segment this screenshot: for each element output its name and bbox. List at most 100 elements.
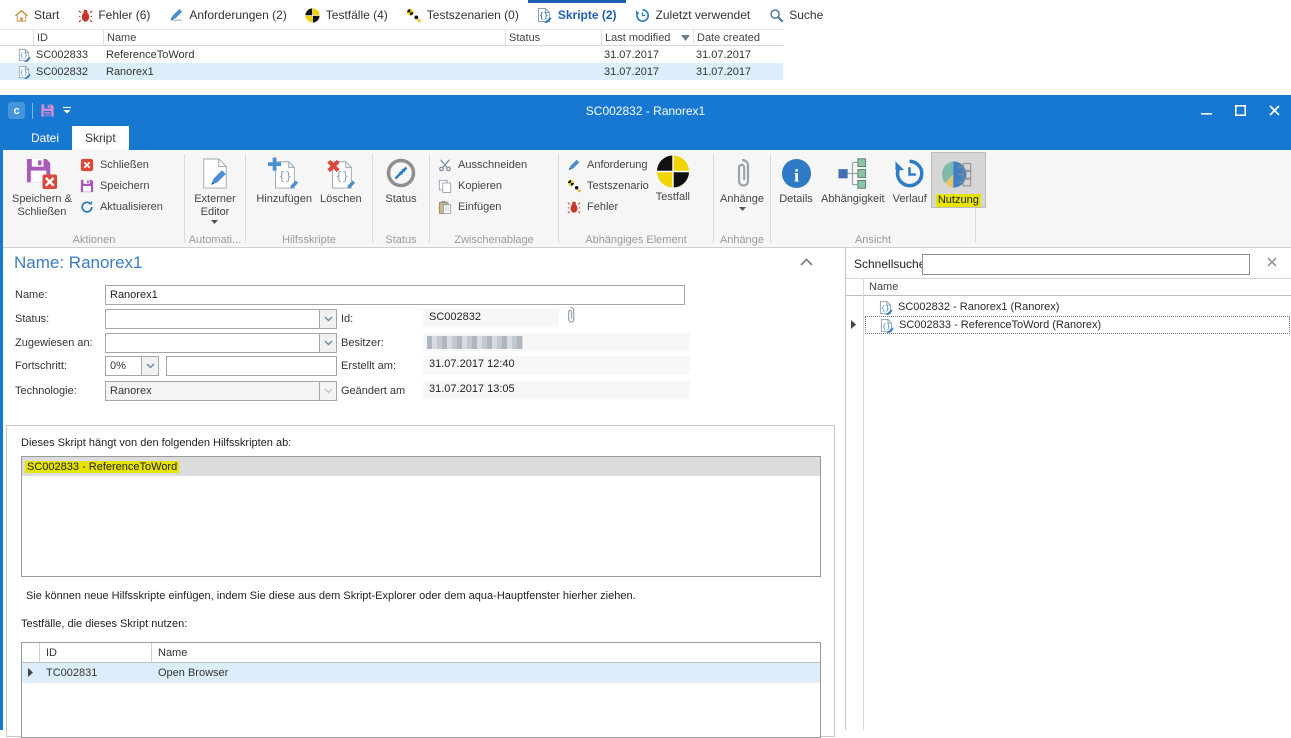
refresh-button[interactable]: Aktualisieren — [76, 198, 166, 216]
attachments-button[interactable]: Anhänge — [716, 152, 768, 211]
details-label: Details — [779, 193, 813, 206]
dependencies-panel: Dieses Skript hängt von den folgenden Hi… — [6, 425, 835, 737]
test-scenario-button[interactable]: Testszenario — [563, 177, 652, 195]
header-status[interactable]: Status — [505, 30, 601, 45]
ribbon-separator — [558, 154, 559, 243]
tab-zuletzt-verwendet[interactable]: Zuletzt verwendet — [626, 0, 760, 27]
add-helper-script-button[interactable]: {} Hinzufügen — [252, 152, 316, 206]
list-item[interactable]: SC002833 - ReferenceToWord — [22, 457, 820, 476]
tab-testszenarien[interactable]: Testszenarien (0) — [397, 0, 528, 27]
cell-id: TC002831 — [40, 663, 152, 682]
quick-search-input[interactable] — [922, 254, 1250, 275]
history-clock-icon — [893, 155, 927, 191]
dependency-button[interactable]: Abhängigkeit — [817, 152, 889, 206]
attachment-paperclip-icon[interactable] — [565, 306, 576, 324]
bug-icon — [77, 7, 93, 23]
details-button[interactable]: i Details — [775, 152, 817, 206]
svg-text:{}: {} — [20, 68, 28, 76]
assigned-dropdown[interactable] — [105, 333, 337, 353]
paste-label: Einfügen — [458, 201, 501, 213]
helper-scripts-listbox[interactable]: SC002833 - ReferenceToWord — [21, 456, 821, 577]
list-item-focused[interactable]: {} SC002833 - ReferenceToWord (Ranorex) — [865, 316, 1290, 334]
status-button[interactable]: Status — [380, 152, 422, 206]
table-row[interactable]: {} SC002833 ReferenceToWord 31.07.2017 3… — [0, 46, 783, 63]
collapse-section-icon[interactable] — [800, 258, 813, 266]
app-logo[interactable]: c — [8, 102, 25, 119]
technology-dropdown: Ranorex — [105, 381, 337, 401]
external-editor-button[interactable]: Externer Editor — [190, 152, 240, 224]
tab-anforderungen[interactable]: Anforderungen (2) — [159, 0, 295, 27]
bug-icon — [566, 199, 582, 215]
owner-label: Besitzer: — [341, 337, 384, 349]
progress-dropdown[interactable]: 0% — [105, 356, 159, 376]
add-helper-script-label: Hinzufügen — [256, 193, 312, 206]
qat-customize-dropdown-icon[interactable] — [62, 106, 72, 115]
header-date-created[interactable]: Date created — [693, 30, 782, 45]
ribbon-separator — [184, 154, 185, 243]
usage-button[interactable]: Nutzung — [931, 152, 986, 208]
tab-skripte[interactable]: {} Skripte (2) — [528, 0, 626, 27]
tab-suche[interactable]: Suche — [759, 0, 832, 27]
header-last-modified[interactable]: Last modified — [601, 30, 693, 45]
tab-suche-label: Suche — [789, 8, 823, 22]
tab-fehler[interactable]: Fehler (6) — [68, 0, 159, 27]
save-and-close-button[interactable]: Speichern & Schließen — [8, 152, 76, 219]
status-label: Status — [385, 193, 416, 206]
group-label-anhaenge: Anhänge — [716, 234, 768, 246]
history-button[interactable]: Verlauf — [889, 152, 931, 206]
status-dropdown[interactable] — [105, 309, 337, 329]
script-icon: {} — [879, 300, 893, 315]
ribbon-separator — [770, 154, 771, 243]
test-case-button[interactable]: Testfall — [652, 152, 694, 204]
save-button[interactable]: Speichern — [76, 177, 166, 195]
header-id[interactable]: ID — [33, 30, 103, 45]
header-id[interactable]: ID — [40, 643, 152, 662]
tab-skripte-label: Skripte (2) — [558, 8, 617, 22]
tab-testfaelle[interactable]: Testfälle (4) — [296, 0, 397, 27]
ribbon-group-zwischenablage: Ausschneiden Kopieren Einfügen Zwischena… — [432, 150, 556, 247]
header-name[interactable]: Name — [103, 30, 505, 45]
copy-button[interactable]: Kopieren — [434, 177, 530, 195]
ribbon-separator — [372, 154, 373, 243]
qat-separator — [32, 103, 33, 119]
usage-label: Nutzung — [936, 194, 981, 207]
svg-text:{}: {} — [540, 11, 549, 20]
name-input[interactable] — [105, 285, 685, 305]
script-icon: {} — [0, 48, 33, 62]
home-icon — [13, 7, 29, 23]
window-titlebar[interactable]: c SC002832 - Ranorex1 — [0, 95, 1291, 126]
cut-button[interactable]: Ausschneiden — [434, 156, 530, 174]
copy-label: Kopieren — [458, 180, 502, 192]
maximize-button[interactable] — [1223, 95, 1257, 126]
delete-helper-script-button[interactable]: {} Löschen — [316, 152, 366, 206]
close-button[interactable]: Schließen — [76, 156, 166, 174]
list-item[interactable]: {} SC002832 - Ranorex1 (Ranorex) — [865, 298, 1290, 316]
ribbon-group-automatisierung: Externer Editor Automati... — [187, 150, 243, 247]
search-results-header[interactable]: Name — [846, 278, 1291, 296]
paste-button[interactable]: Einfügen — [434, 198, 530, 216]
table-row-selected[interactable]: TC002831 Open Browser — [22, 663, 820, 683]
requirement-button[interactable]: Anforderung — [563, 156, 652, 174]
clear-search-icon[interactable] — [1267, 257, 1277, 267]
tab-start[interactable]: Start — [4, 0, 68, 27]
modified-label: Geändert am — [341, 385, 405, 397]
defect-button[interactable]: Fehler — [563, 198, 652, 216]
quick-access-toolbar: c — [0, 102, 72, 119]
ribbon-tab-bar: Datei Skript — [0, 126, 1291, 150]
testcase-icon — [305, 7, 321, 23]
progress-value: 0% — [110, 360, 138, 372]
ribbon-group-status: Status Status — [375, 150, 427, 247]
tab-skript[interactable]: Skript — [72, 126, 129, 150]
progress-text-input[interactable] — [166, 356, 337, 376]
quick-search-label: Schnellsuche — [854, 257, 925, 271]
info-icon: i — [779, 155, 813, 191]
detail-form-pane: Name: Ranorex1 Name: Status: Id: SC00283… — [0, 248, 845, 730]
ribbon-separator — [245, 154, 246, 243]
table-row-selected[interactable]: {} SC002832 Ranorex1 31.07.2017 31.07.20… — [0, 63, 783, 80]
header-name[interactable]: Name — [152, 643, 820, 662]
minimize-button[interactable] — [1189, 95, 1223, 126]
close-window-button[interactable] — [1257, 95, 1291, 126]
technology-label: Technologie: — [15, 385, 77, 397]
qat-save-icon[interactable] — [40, 103, 55, 118]
tab-datei[interactable]: Datei — [18, 126, 72, 150]
